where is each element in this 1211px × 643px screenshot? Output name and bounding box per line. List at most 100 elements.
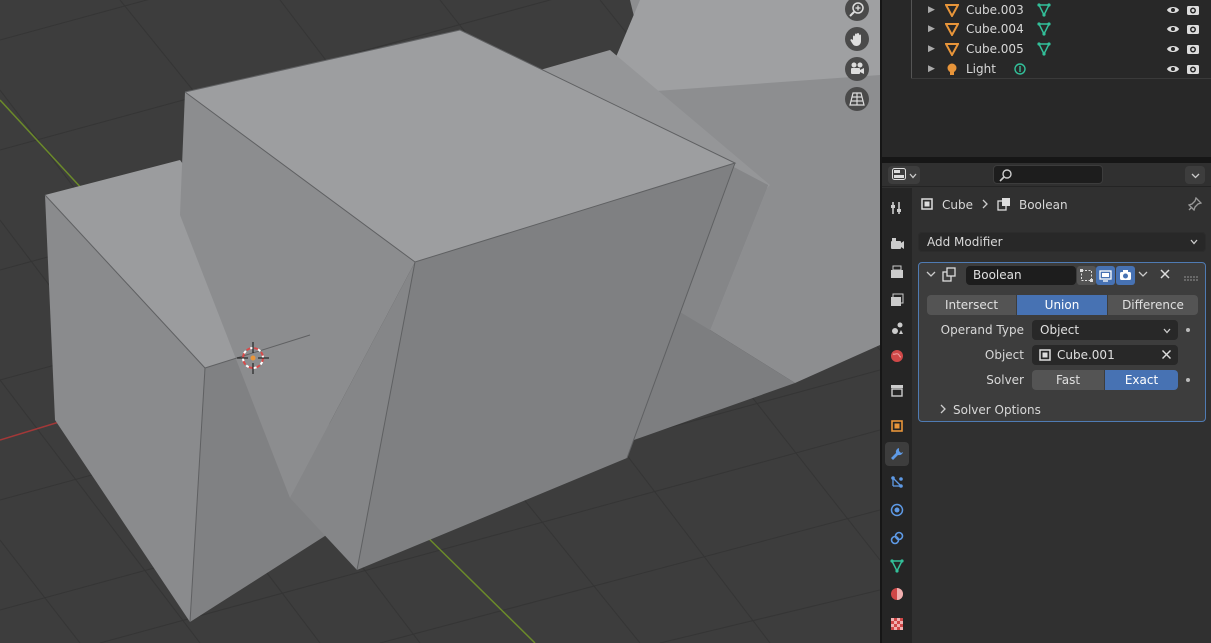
physics-tab-icon[interactable] [885, 498, 909, 522]
properties-content: Cube Boolean Add Modifier Boolean Inters… [912, 188, 1211, 643]
tree-line [911, 59, 912, 79]
mesh-object-icon [944, 42, 960, 59]
mesh-data-tab-icon[interactable] [885, 554, 909, 578]
outliner-item-name[interactable]: Cube.004 [966, 22, 1024, 36]
light-object-icon [945, 62, 959, 79]
eye-icon[interactable] [1166, 3, 1180, 20]
breadcrumb-modifier: Boolean [1018, 198, 1068, 212]
breadcrumb: Cube Boolean [920, 195, 1068, 215]
object-field[interactable]: Cube.001 [1032, 345, 1178, 365]
camera-render-icon[interactable] [1186, 62, 1200, 79]
outliner-item-name[interactable]: Light [966, 62, 996, 76]
object-icon [920, 197, 934, 214]
scene-tab-icon[interactable] [885, 316, 909, 340]
clear-icon[interactable] [1161, 349, 1172, 363]
options-dropdown[interactable] [1185, 166, 1205, 184]
expand-arrow-icon[interactable]: ▶ [928, 64, 935, 74]
light-data-icon[interactable] [1013, 62, 1027, 79]
exact-solver-button[interactable]: Exact [1105, 370, 1178, 390]
chevron-down-icon [1191, 168, 1200, 182]
camera-render-icon[interactable] [1186, 22, 1200, 39]
output-tab-icon[interactable] [885, 260, 909, 284]
3d-viewport[interactable] [0, 0, 880, 643]
eye-icon[interactable] [1166, 22, 1180, 39]
object-tab-icon[interactable] [885, 414, 909, 438]
editor-type-button[interactable] [888, 166, 920, 184]
particles-tab-icon[interactable] [885, 470, 909, 494]
solver-label: Solver [986, 373, 1024, 387]
modifiers-tab-icon[interactable] [885, 442, 909, 466]
properties-tabs [882, 188, 912, 643]
expand-arrow-icon[interactable]: ▶ [928, 5, 935, 15]
object-icon [1038, 348, 1052, 365]
material-tab-icon[interactable] [885, 582, 909, 606]
tool-tab-icon[interactable] [885, 196, 909, 220]
outliner-item-name[interactable]: Cube.005 [966, 42, 1024, 56]
fast-solver-button[interactable]: Fast [1032, 370, 1104, 390]
edit-mode-toggle[interactable] [1077, 266, 1096, 285]
collection-tab-icon[interactable] [885, 378, 909, 402]
outliner[interactable]: ▶ Cube.003 ▶ Cube.004 ▶ Cube.005 ▶ Light [882, 0, 1211, 157]
modifier-header[interactable]: Boolean [919, 263, 1205, 287]
outliner-row-cube-005[interactable]: ▶ Cube.005 [882, 39, 1211, 59]
operand-type-value: Object [1040, 323, 1080, 337]
pin-icon[interactable] [1187, 196, 1203, 214]
tree-line [911, 0, 912, 20]
camera-render-icon[interactable] [1186, 3, 1200, 20]
expand-arrow-icon[interactable]: ▶ [928, 44, 935, 54]
outliner-divider [911, 78, 1211, 79]
mesh-data-icon[interactable] [1037, 22, 1051, 39]
outliner-row-cube-003[interactable]: ▶ Cube.003 [882, 0, 1211, 20]
union-button[interactable]: Union [1017, 295, 1107, 315]
constraints-tab-icon[interactable] [885, 526, 909, 550]
properties-editor-icon [891, 167, 906, 183]
intersect-button[interactable]: Intersect [927, 295, 1016, 315]
boolean-modifier-icon [942, 267, 957, 285]
texture-tab-icon[interactable] [885, 612, 909, 636]
camera-render-icon[interactable] [1186, 42, 1200, 59]
collapse-chevron-icon[interactable] [925, 268, 937, 283]
add-modifier-label: Add Modifier [927, 235, 1003, 249]
solver-options-label: Solver Options [953, 403, 1041, 417]
render-tab-icon[interactable] [885, 232, 909, 256]
render-toggle[interactable] [1116, 266, 1135, 285]
keyframe-dot-icon[interactable] [1186, 328, 1190, 332]
tree-line [911, 19, 912, 39]
view-layer-tab-icon[interactable] [885, 288, 909, 312]
camera-view-icon[interactable] [845, 57, 869, 81]
object-value: Cube.001 [1057, 348, 1115, 362]
outliner-item-name[interactable]: Cube.003 [966, 3, 1024, 17]
world-tab-icon[interactable] [885, 344, 909, 368]
outliner-row-cube-004[interactable]: ▶ Cube.004 [882, 19, 1211, 39]
object-label: Object [984, 348, 1024, 362]
add-modifier-button[interactable]: Add Modifier [918, 232, 1206, 252]
eye-icon[interactable] [1166, 42, 1180, 59]
viewport-display-toggle[interactable] [1096, 266, 1115, 285]
chevron-right-icon [981, 198, 989, 212]
operand-type-label: Operand Type [940, 323, 1024, 337]
mesh-data-icon[interactable] [1037, 42, 1051, 59]
operand-type-dropdown[interactable]: Object [1032, 320, 1178, 340]
breadcrumb-object: Cube [942, 198, 973, 212]
search-input[interactable] [993, 165, 1103, 184]
outliner-row-light[interactable]: ▶ Light [882, 59, 1211, 79]
chevron-down-icon[interactable] [1137, 268, 1149, 283]
modifier-name-field[interactable]: Boolean [966, 266, 1076, 285]
expand-arrow-icon[interactable]: ▶ [928, 24, 935, 34]
chevron-right-icon [939, 403, 947, 417]
eye-icon[interactable] [1166, 62, 1180, 79]
hand-pan-icon[interactable] [845, 27, 869, 51]
ortho-grid-icon[interactable] [845, 87, 869, 111]
solver-options-subpanel[interactable]: Solver Options [939, 403, 1041, 417]
difference-button[interactable]: Difference [1108, 295, 1198, 315]
close-icon[interactable] [1159, 268, 1171, 283]
properties-editor[interactable]: Cube Boolean Add Modifier Boolean Inters… [882, 163, 1211, 643]
properties-header [882, 163, 1211, 187]
mesh-data-icon[interactable] [1037, 3, 1051, 20]
keyframe-dot-icon[interactable] [1186, 378, 1190, 382]
chevron-down-icon [909, 168, 917, 182]
viewport-scene[interactable] [0, 0, 880, 643]
boolean-modifier-panel: Boolean Intersect Union Difference Opera… [918, 262, 1206, 422]
drag-handle-icon[interactable] [1184, 271, 1198, 285]
chevron-down-icon [1162, 325, 1172, 339]
